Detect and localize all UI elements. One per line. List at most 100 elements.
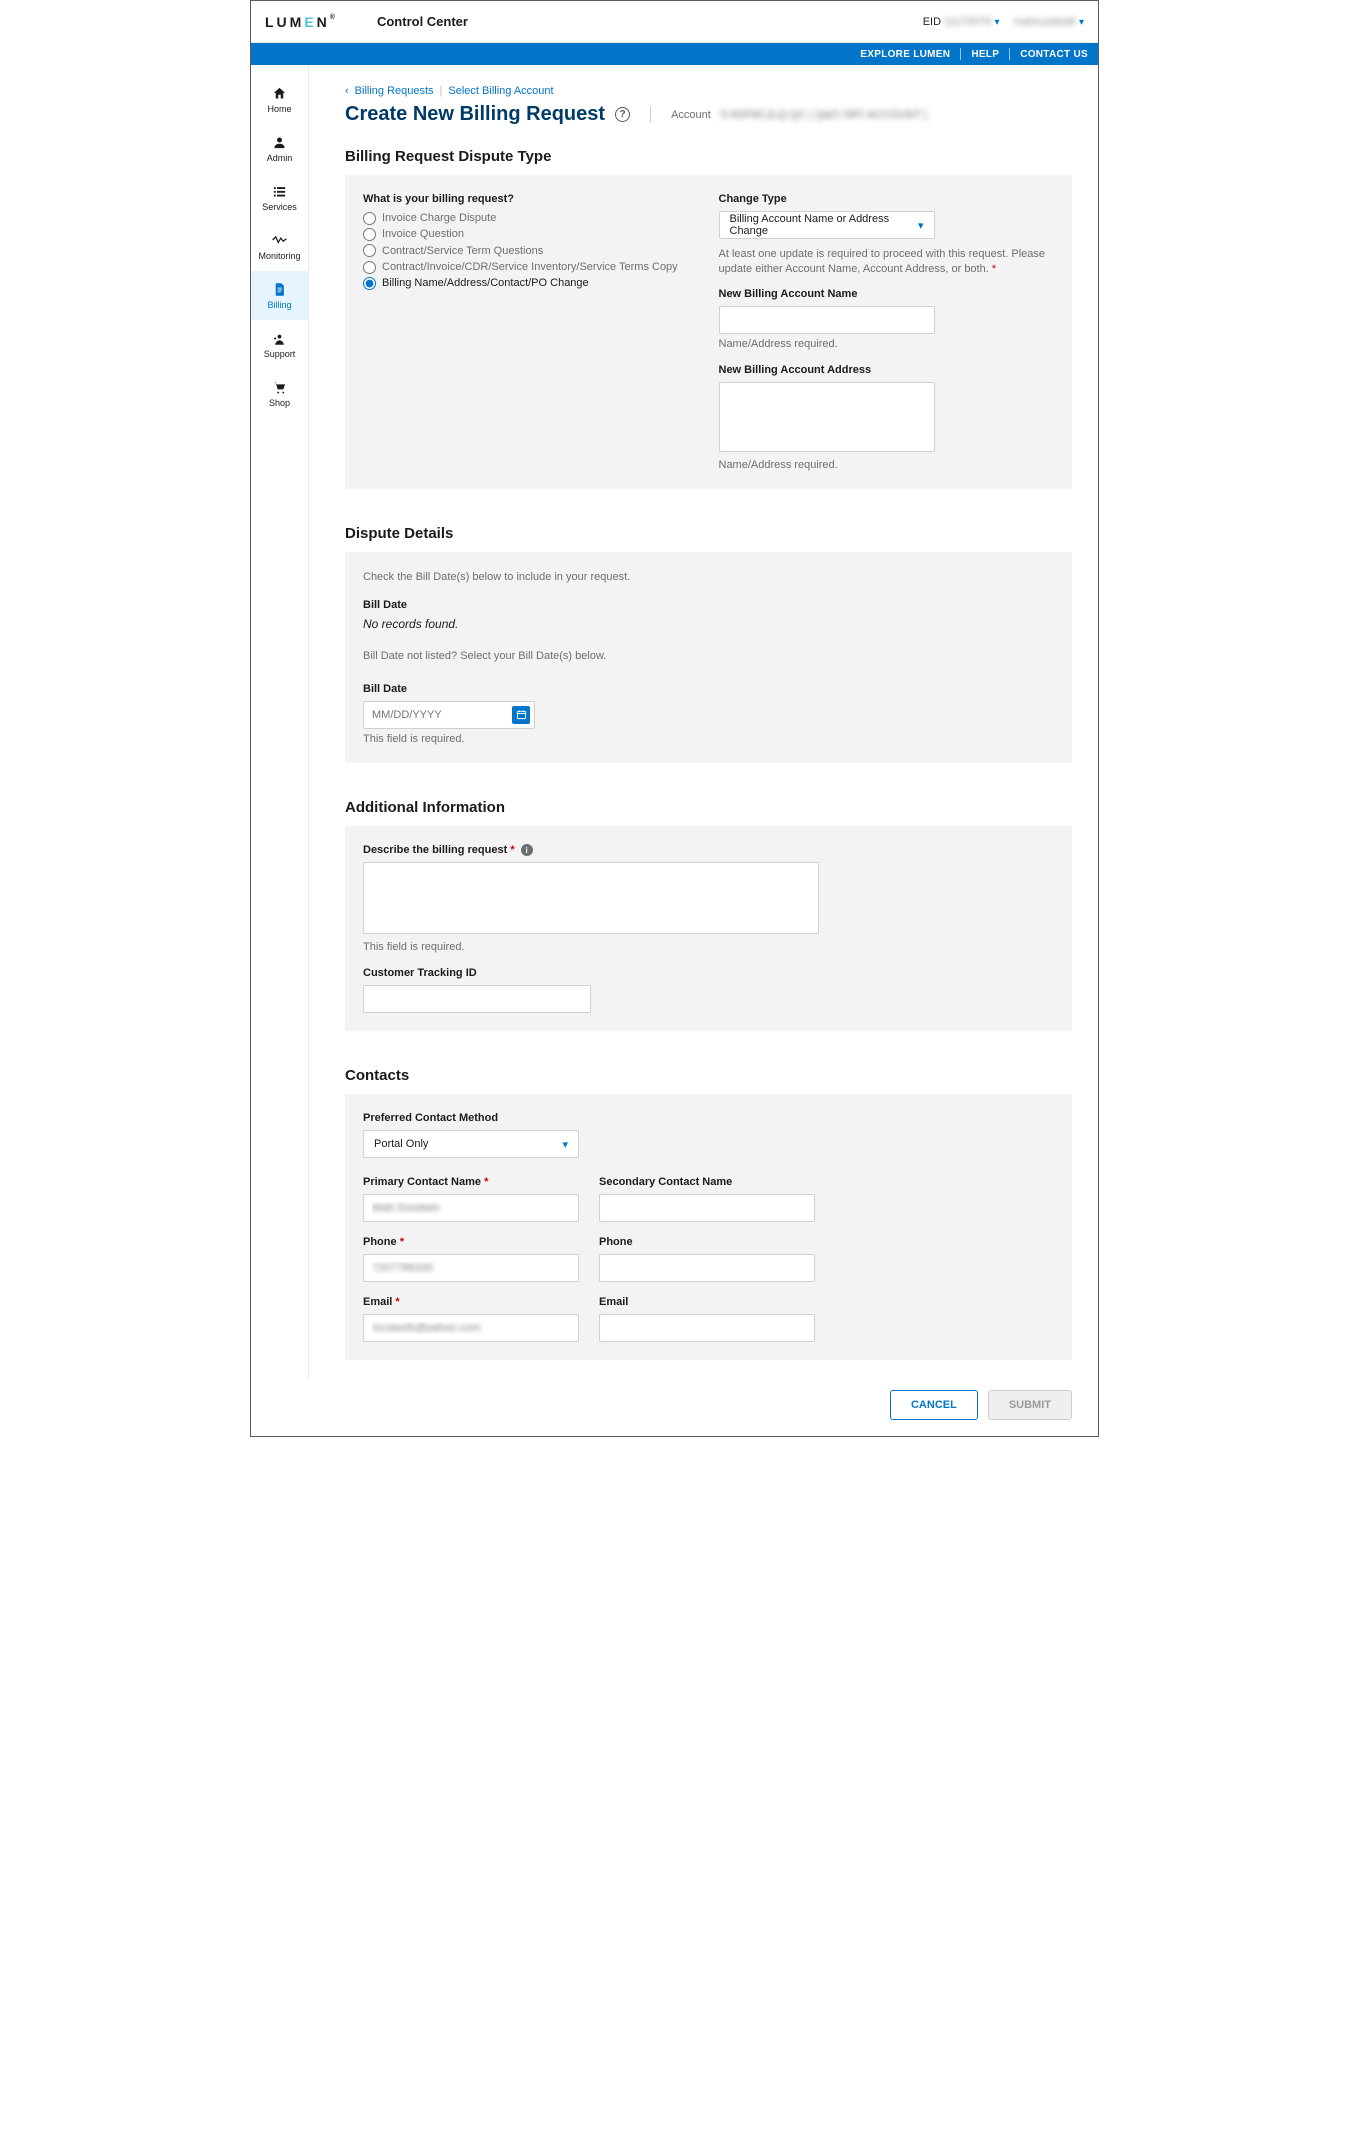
divider xyxy=(650,107,651,123)
bill-date-error: This field is required. xyxy=(363,733,1054,745)
logo-text-pre: LUM xyxy=(265,14,304,30)
breadcrumb-select-billing-account[interactable]: Select Billing Account xyxy=(448,85,553,97)
billing-icon xyxy=(272,281,288,297)
bill-date-not-listed-text: Bill Date not listed? Select your Bill D… xyxy=(363,649,1054,664)
preferred-contact-method-label: Preferred Contact Method xyxy=(363,1112,1054,1124)
primary-phone-input[interactable] xyxy=(363,1254,579,1282)
preferred-contact-method-select[interactable]: Portal Only ▾ xyxy=(363,1130,579,1158)
bill-date-input[interactable] xyxy=(363,701,535,729)
monitoring-icon xyxy=(272,232,288,248)
chevron-down-icon: ▾ xyxy=(562,1138,568,1151)
secondary-contact-name-input[interactable] xyxy=(599,1194,815,1222)
sidebar-item-label: Admin xyxy=(267,153,293,163)
change-type-label: Change Type xyxy=(719,193,1055,205)
support-icon xyxy=(272,330,288,346)
sidebar-item-label: Billing xyxy=(267,300,291,310)
primary-contact-name-input[interactable] xyxy=(363,1194,579,1222)
section-title-contacts: Contacts xyxy=(345,1067,1072,1084)
radio-invoice-question[interactable]: Invoice Question xyxy=(363,227,699,241)
help-icon[interactable]: ? xyxy=(615,107,630,122)
contact-us-link[interactable]: CONTACT US xyxy=(1020,49,1088,60)
secondary-email-input[interactable] xyxy=(599,1314,815,1342)
chevron-down-icon: ▾ xyxy=(1079,17,1084,28)
sidebar-item-services[interactable]: Services xyxy=(251,173,308,222)
primary-contact-name-label: Primary Contact Name * xyxy=(363,1176,579,1188)
sidebar-item-label: Home xyxy=(267,104,291,114)
secondary-nav: EXPLORE LUMEN HELP CONTACT US xyxy=(251,43,1098,65)
describe-billing-request-input[interactable] xyxy=(363,862,819,934)
new-billing-account-address-error: Name/Address required. xyxy=(719,459,1055,471)
sidebar-item-label: Monitoring xyxy=(258,251,300,261)
section-title-dispute-details: Dispute Details xyxy=(345,525,1072,542)
sidebar-item-home[interactable]: Home xyxy=(251,75,308,124)
account-label: Account xyxy=(671,109,711,121)
user-name: mahcustest6 xyxy=(1014,16,1076,28)
submit-button[interactable]: SUBMIT xyxy=(988,1390,1072,1420)
breadcrumb-billing-requests[interactable]: Billing Requests xyxy=(355,85,434,97)
customer-tracking-id-input[interactable] xyxy=(363,985,591,1013)
section-title-additional-information: Additional Information xyxy=(345,799,1072,816)
user-dropdown[interactable]: mahcustest6 ▾ xyxy=(1014,16,1084,28)
page-title: Create New Billing Request xyxy=(345,103,605,126)
secondary-phone-input[interactable] xyxy=(599,1254,815,1282)
services-icon xyxy=(272,183,288,199)
eid-label: EID xyxy=(923,16,941,28)
secondary-email-label: Email xyxy=(599,1296,815,1308)
help-link[interactable]: HELP xyxy=(971,49,999,60)
radio-label: Contract/Service Term Questions xyxy=(382,244,543,258)
calendar-icon[interactable] xyxy=(512,706,530,724)
sidebar-item-monitoring[interactable]: Monitoring xyxy=(251,222,308,271)
radio-contract-service-term-questions[interactable]: Contract/Service Term Questions xyxy=(363,244,699,258)
home-icon xyxy=(272,85,288,101)
describe-label: Describe the billing request * i xyxy=(363,844,1054,857)
radio-contract-invoice-cdr-copy[interactable]: Contract/Invoice/CDR/Service Inventory/S… xyxy=(363,260,699,274)
divider: | xyxy=(440,85,443,97)
sidebar-item-admin[interactable]: Admin xyxy=(251,124,308,173)
chevron-left-icon[interactable]: ‹ xyxy=(345,85,349,97)
billing-request-radio-group: Invoice Charge Dispute Invoice Question … xyxy=(363,211,699,290)
bill-date-label: Bill Date xyxy=(363,599,1054,611)
bill-date-picker-label: Bill Date xyxy=(363,683,1054,695)
secondary-contact-name-label: Secondary Contact Name xyxy=(599,1176,815,1188)
account-value: 5-9GF8CJLQ-QC | Q&O SRT ACCOUNT | xyxy=(721,109,927,121)
select-value: Billing Account Name or Address Change xyxy=(730,213,918,237)
change-type-select[interactable]: Billing Account Name or Address Change ▾ xyxy=(719,211,935,239)
select-value: Portal Only xyxy=(374,1138,428,1150)
billing-request-question-label: What is your billing request? xyxy=(363,193,699,205)
new-billing-account-address-label: New Billing Account Address xyxy=(719,364,1055,376)
cancel-button[interactable]: CANCEL xyxy=(890,1390,978,1420)
sidebar: Home Admin Services Monitoring Billing S… xyxy=(251,65,309,1380)
main-content: ‹ Billing Requests | Select Billing Acco… xyxy=(309,65,1098,1380)
no-records-message: No records found. xyxy=(363,617,1054,631)
eid-dropdown[interactable]: EID 11170076 ▾ xyxy=(923,16,1000,28)
radio-invoice-charge-dispute[interactable]: Invoice Charge Dispute xyxy=(363,211,699,225)
primary-email-label: Email * xyxy=(363,1296,579,1308)
panel-additional-information: Describe the billing request * i This fi… xyxy=(345,826,1072,1032)
divider xyxy=(960,48,961,60)
sidebar-item-billing[interactable]: Billing xyxy=(251,271,308,320)
divider xyxy=(1009,48,1010,60)
chevron-down-icon: ▾ xyxy=(995,17,1000,28)
sidebar-item-label: Services xyxy=(262,202,297,212)
primary-phone-label: Phone * xyxy=(363,1236,579,1248)
sidebar-item-support[interactable]: Support xyxy=(251,320,308,369)
section-title-dispute-type: Billing Request Dispute Type xyxy=(345,148,1072,165)
sidebar-item-shop[interactable]: Shop xyxy=(251,369,308,418)
sidebar-item-label: Support xyxy=(264,349,296,359)
logo-text-post: N xyxy=(317,14,330,30)
admin-icon xyxy=(272,134,288,150)
info-icon[interactable]: i xyxy=(521,844,533,856)
radio-label: Billing Name/Address/Contact/PO Change xyxy=(382,276,589,290)
top-bar: LUMEN® Control Center EID 11170076 ▾ mah… xyxy=(251,1,1098,43)
panel-dispute-type: What is your billing request? Invoice Ch… xyxy=(345,175,1072,489)
radio-billing-name-address-change[interactable]: Billing Name/Address/Contact/PO Change xyxy=(363,276,699,290)
radio-label: Invoice Charge Dispute xyxy=(382,211,496,225)
new-billing-account-name-input[interactable] xyxy=(719,306,935,334)
explore-lumen-link[interactable]: EXPLORE LUMEN xyxy=(860,49,950,60)
footer-actions: CANCEL SUBMIT xyxy=(251,1380,1098,1436)
logo-text-e: E xyxy=(304,14,316,30)
new-billing-account-address-input[interactable] xyxy=(719,382,935,452)
primary-email-input[interactable] xyxy=(363,1314,579,1342)
radio-label: Contract/Invoice/CDR/Service Inventory/S… xyxy=(382,260,678,274)
shop-icon xyxy=(272,379,288,395)
